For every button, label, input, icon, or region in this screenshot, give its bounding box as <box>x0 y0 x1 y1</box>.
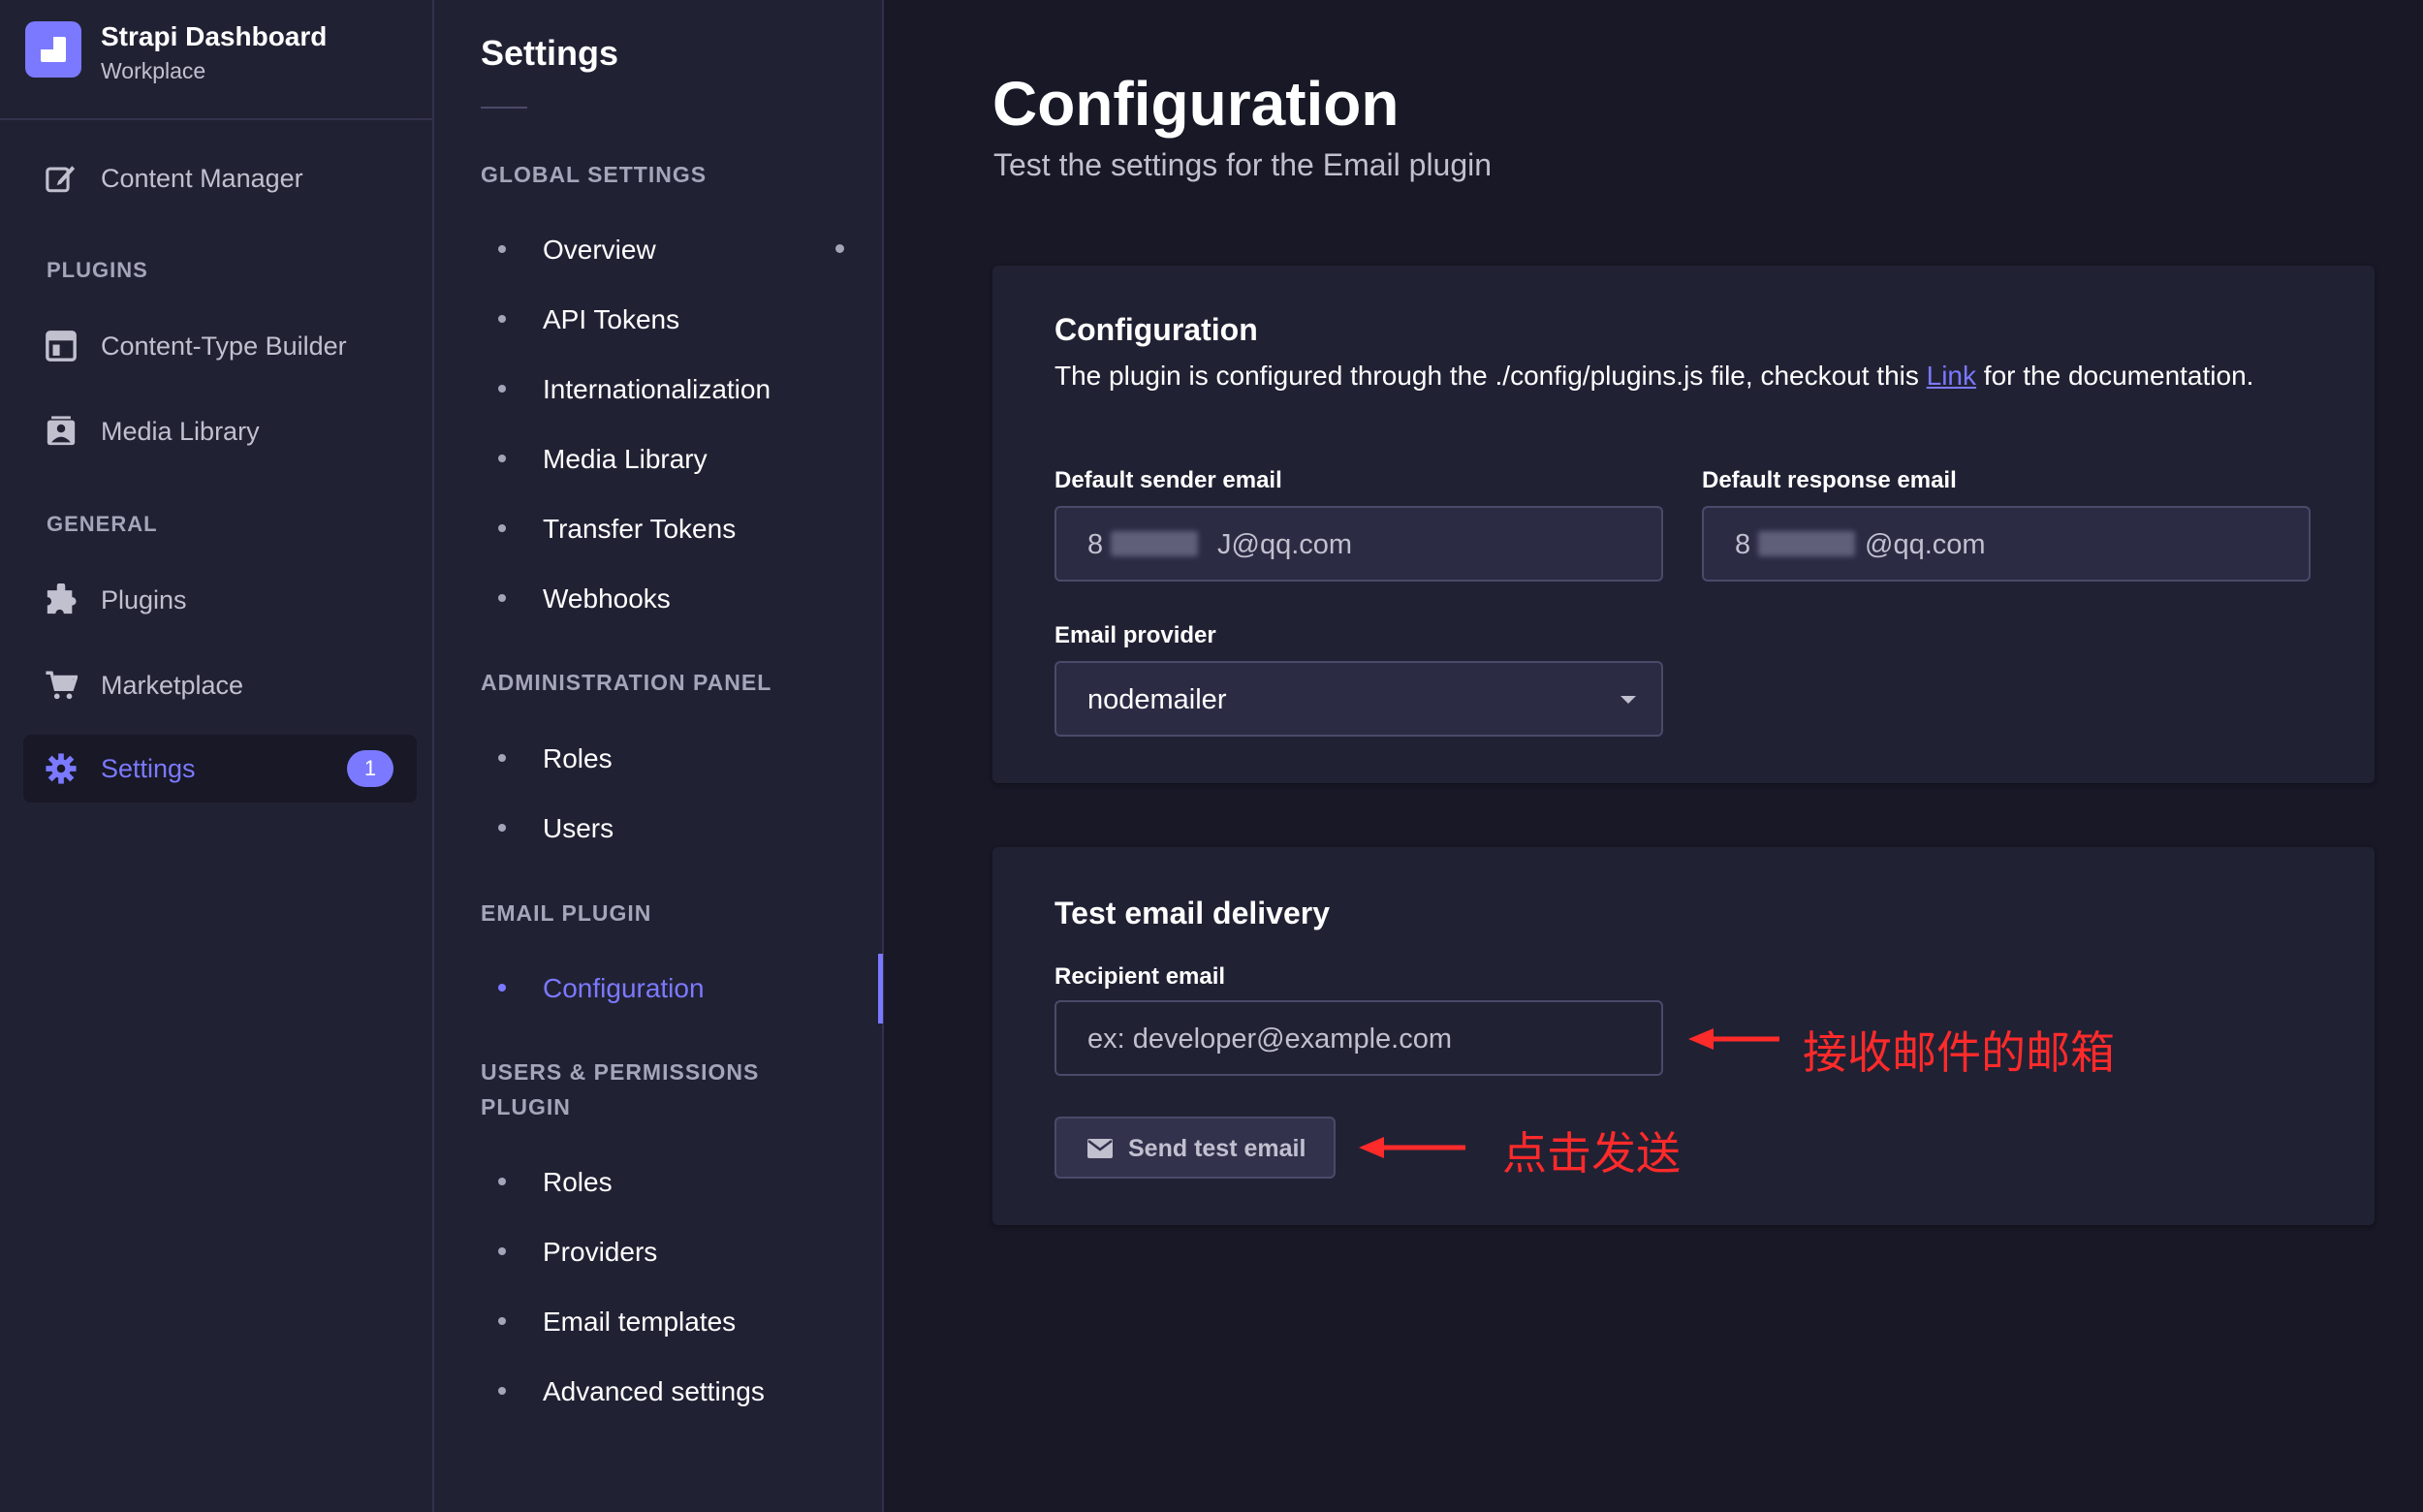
sidebar-item-content-type-builder[interactable]: Content-Type Builder <box>23 312 417 380</box>
annotation-arrow-recipient <box>1688 1028 1779 1050</box>
sidebar-item-label: Media Library <box>101 417 260 446</box>
gear-icon <box>46 753 77 784</box>
subnav-item-label: Overview <box>543 235 656 265</box>
plugins-section-label: PLUGINS <box>47 258 148 282</box>
description-text: The plugin is configured through the ./c… <box>1054 361 1927 391</box>
email-provider-label: Email provider <box>1054 622 1216 648</box>
new-indicator-dot <box>835 244 844 253</box>
subnav-item-label: Providers <box>543 1237 658 1267</box>
annotation-send-note: 点击发送 <box>1502 1127 1681 1180</box>
subnav-item-label: Users <box>543 813 614 843</box>
recipient-email-input[interactable]: ex: developer@example.com <box>1054 1000 1663 1076</box>
email-provider-value: nodemailer <box>1087 684 1227 715</box>
sender-email-field[interactable]: 8 J@qq.com <box>1054 506 1663 582</box>
sidebar-item-settings[interactable]: Settings 1 <box>23 735 417 803</box>
redacted-blur <box>1758 531 1855 556</box>
sidebar-item-media-library[interactable]: Media Library <box>23 397 417 465</box>
subnav-item-internationalization[interactable]: Internationalization <box>481 364 868 413</box>
redacted-blur <box>1111 531 1198 556</box>
sidebar-item-content-manager[interactable]: Content Manager <box>23 144 417 212</box>
settings-subnav: Settings GLOBAL SETTINGS Overview API To… <box>434 0 884 1512</box>
subnav-item-label: Advanced settings <box>543 1376 765 1406</box>
page-title: Configuration <box>992 69 1400 139</box>
response-email-suffix: @qq.com <box>1865 529 1986 560</box>
subnav-divider <box>481 107 527 109</box>
subnav-item-label: Roles <box>543 743 613 773</box>
response-email-field[interactable]: 8 @qq.com <box>1702 506 2311 582</box>
subnav-item-label: Email templates <box>543 1307 737 1337</box>
envelope-icon <box>1087 1139 1113 1158</box>
card-heading: Test email delivery <box>1054 896 1330 930</box>
brand-subtitle: Workplace <box>101 58 206 83</box>
subnav-item-up-roles[interactable]: Roles <box>481 1157 868 1206</box>
subnav-item-configuration[interactable]: Configuration <box>481 963 868 1012</box>
app-root: Strapi Dashboard Workplace Content Manag… <box>0 0 2423 1512</box>
send-test-email-label: Send test email <box>1128 1135 1306 1162</box>
subnav-item-label: Media Library <box>543 444 708 474</box>
subnav-item-admin-roles[interactable]: Roles <box>481 734 868 782</box>
general-section-label: GENERAL <box>47 512 158 536</box>
configuration-card: Configuration The plugin is configured t… <box>992 266 2375 783</box>
strapi-logo-icon <box>25 21 81 78</box>
annotation-arrow-send <box>1359 1137 1465 1158</box>
test-email-card: Test email delivery Recipient email ex: … <box>992 847 2375 1225</box>
notification-badge: 1 <box>347 750 393 787</box>
sidebar-item-label: Settings <box>101 754 196 783</box>
sidebar-item-label: Marketplace <box>101 671 244 700</box>
users-permissions-section: USERS & PERMISSIONS PLUGIN <box>481 1059 760 1119</box>
response-email-label: Default response email <box>1702 467 1957 493</box>
subnav-item-advanced-settings[interactable]: Advanced settings <box>481 1367 868 1415</box>
email-provider-select[interactable]: nodemailer <box>1054 661 1663 737</box>
subnav-item-label: Configuration <box>543 973 705 1003</box>
subnav-item-label: API Tokens <box>543 304 680 334</box>
recipient-email-placeholder: ex: developer@example.com <box>1087 1024 1453 1055</box>
shopping-cart-icon <box>46 671 78 700</box>
card-description: The plugin is configured through the ./c… <box>1054 357 2256 395</box>
subnav-item-label: Internationalization <box>543 374 771 404</box>
subnav-item-overview[interactable]: Overview <box>481 225 868 273</box>
sidebar-item-label: Content-Type Builder <box>101 331 347 361</box>
subnav-item-label: Transfer Tokens <box>543 514 737 544</box>
main-sidebar: Strapi Dashboard Workplace Content Manag… <box>0 0 434 1512</box>
image-icon <box>47 416 76 446</box>
annotation-recipient-note: 接收邮件的邮箱 <box>1803 1026 2115 1079</box>
subnav-item-transfer-tokens[interactable]: Transfer Tokens <box>481 504 868 552</box>
documentation-link[interactable]: Link <box>1927 361 1976 391</box>
subnav-item-media-library[interactable]: Media Library <box>481 434 868 483</box>
subnav-item-email-templates[interactable]: Email templates <box>481 1297 868 1345</box>
recipient-email-label: Recipient email <box>1054 963 1226 990</box>
sidebar-item-label: Content Manager <box>101 164 303 193</box>
page-subtitle: Test the settings for the Email plugin <box>993 147 1493 182</box>
active-indicator-bar <box>878 954 883 1024</box>
pencil-square-icon <box>46 166 76 193</box>
layout-icon <box>46 331 77 362</box>
subnav-item-providers[interactable]: Providers <box>481 1227 868 1276</box>
subnav-item-api-tokens[interactable]: API Tokens <box>481 295 868 343</box>
administration-panel-section: ADMINISTRATION PANEL <box>481 670 772 695</box>
sender-email-suffix: J@qq.com <box>1217 529 1353 560</box>
subnav-item-users[interactable]: Users <box>481 803 868 852</box>
response-email-prefix: 8 <box>1735 529 1751 560</box>
sidebar-item-plugins[interactable]: Plugins <box>23 566 417 634</box>
sidebar-item-label: Plugins <box>101 585 187 614</box>
subnav-item-label: Roles <box>543 1167 613 1197</box>
brand-header[interactable]: Strapi Dashboard Workplace <box>0 0 432 120</box>
subnav-item-label: Webhooks <box>543 583 671 614</box>
sender-email-prefix: 8 <box>1087 529 1104 560</box>
sender-email-label: Default sender email <box>1054 467 1282 493</box>
puzzle-icon <box>47 583 77 614</box>
email-plugin-section: EMAIL PLUGIN <box>481 900 652 926</box>
global-settings-section: GLOBAL SETTINGS <box>481 162 708 187</box>
send-test-email-button[interactable]: Send test email <box>1054 1117 1336 1179</box>
subnav-title: Settings <box>481 33 619 73</box>
description-text: for the documentation. <box>1976 361 2254 391</box>
subnav-item-webhooks[interactable]: Webhooks <box>481 574 868 622</box>
chevron-down-icon <box>1621 696 1636 704</box>
brand-title: Strapi Dashboard <box>101 21 328 51</box>
sidebar-item-marketplace[interactable]: Marketplace <box>23 651 417 719</box>
card-heading: Configuration <box>1054 312 1258 347</box>
